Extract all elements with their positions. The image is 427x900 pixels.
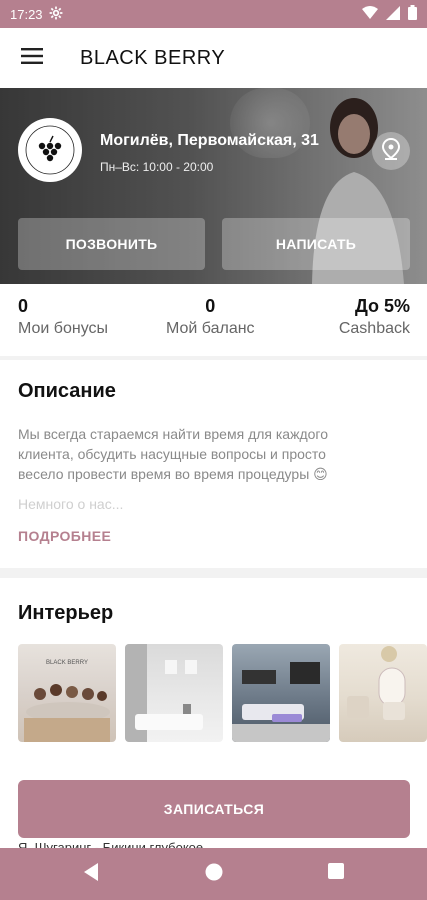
stats-row: 0 Мои бонусы 0 Мой баланс До 5% Cashback bbox=[0, 284, 427, 356]
bonuses-stat[interactable]: 0 Мои бонусы bbox=[18, 296, 108, 338]
cashback-stat[interactable]: До 5% Cashback bbox=[339, 296, 410, 338]
signal-icon bbox=[386, 5, 400, 23]
recent-apps-icon[interactable] bbox=[327, 862, 345, 885]
interior-photo[interactable] bbox=[125, 644, 223, 742]
booking-section: ЗАПИСАТЬСЯ Я. Шугаринг - Бикини глубокое bbox=[0, 760, 427, 855]
description-title: Описание bbox=[18, 380, 116, 402]
salon-logo bbox=[18, 118, 82, 182]
bonuses-label: Мои бонусы bbox=[18, 320, 109, 337]
battery-icon bbox=[408, 5, 417, 23]
description-text-fade: Немного о нас... bbox=[18, 496, 124, 512]
more-button[interactable]: ПОДРОБНЕЕ bbox=[18, 528, 111, 544]
description-card: Описание Мы всегда стараемся найти время… bbox=[0, 360, 427, 568]
call-button[interactable]: ПОЗВОНИТЬ bbox=[18, 218, 205, 270]
photo-sign-text: BLACK BERRY bbox=[46, 660, 88, 666]
wifi-icon bbox=[362, 6, 378, 22]
interior-photo[interactable] bbox=[339, 644, 427, 742]
app-title: BLACK BERRY bbox=[80, 46, 226, 69]
salon-header: Могилёв, Первомайская, 31 Пн–Вс: 10:00 -… bbox=[0, 88, 427, 284]
system-nav-bar bbox=[0, 848, 427, 900]
hamburger-icon bbox=[21, 47, 43, 69]
app-bar: BLACK BERRY bbox=[0, 28, 427, 88]
salon-hours: Пн–Вс: 10:00 - 20:00 bbox=[100, 160, 214, 174]
interior-photo[interactable]: BLACK BERRY bbox=[18, 644, 116, 742]
interior-card: Интерьер BLACK BERRY bbox=[0, 578, 427, 760]
map-location-button[interactable] bbox=[372, 132, 410, 170]
back-icon[interactable] bbox=[82, 862, 100, 887]
cashback-value: До 5% bbox=[354, 296, 410, 316]
description-text: Мы всегда стараемся найти время для кажд… bbox=[18, 426, 328, 482]
home-icon[interactable] bbox=[204, 862, 224, 887]
balance-stat[interactable]: 0 Мой баланс bbox=[166, 296, 255, 338]
cashback-label: Cashback bbox=[338, 320, 410, 337]
map-pin-icon bbox=[381, 137, 401, 165]
settings-icon bbox=[49, 6, 63, 23]
interior-title: Интерьер bbox=[18, 602, 114, 624]
bonuses-value: 0 bbox=[18, 296, 29, 316]
menu-button[interactable] bbox=[0, 28, 64, 88]
balance-value: 0 bbox=[205, 296, 216, 316]
salon-address: Могилёв, Первомайская, 31 bbox=[100, 132, 319, 149]
balance-label: Мой баланс bbox=[166, 320, 255, 337]
write-button[interactable]: НАПИСАТЬ bbox=[222, 218, 410, 270]
book-button[interactable]: ЗАПИСАТЬСЯ bbox=[18, 780, 410, 838]
interior-photo[interactable] bbox=[232, 644, 330, 742]
status-bar: 17:23 bbox=[0, 0, 427, 28]
status-time: 17:23 bbox=[10, 6, 43, 22]
